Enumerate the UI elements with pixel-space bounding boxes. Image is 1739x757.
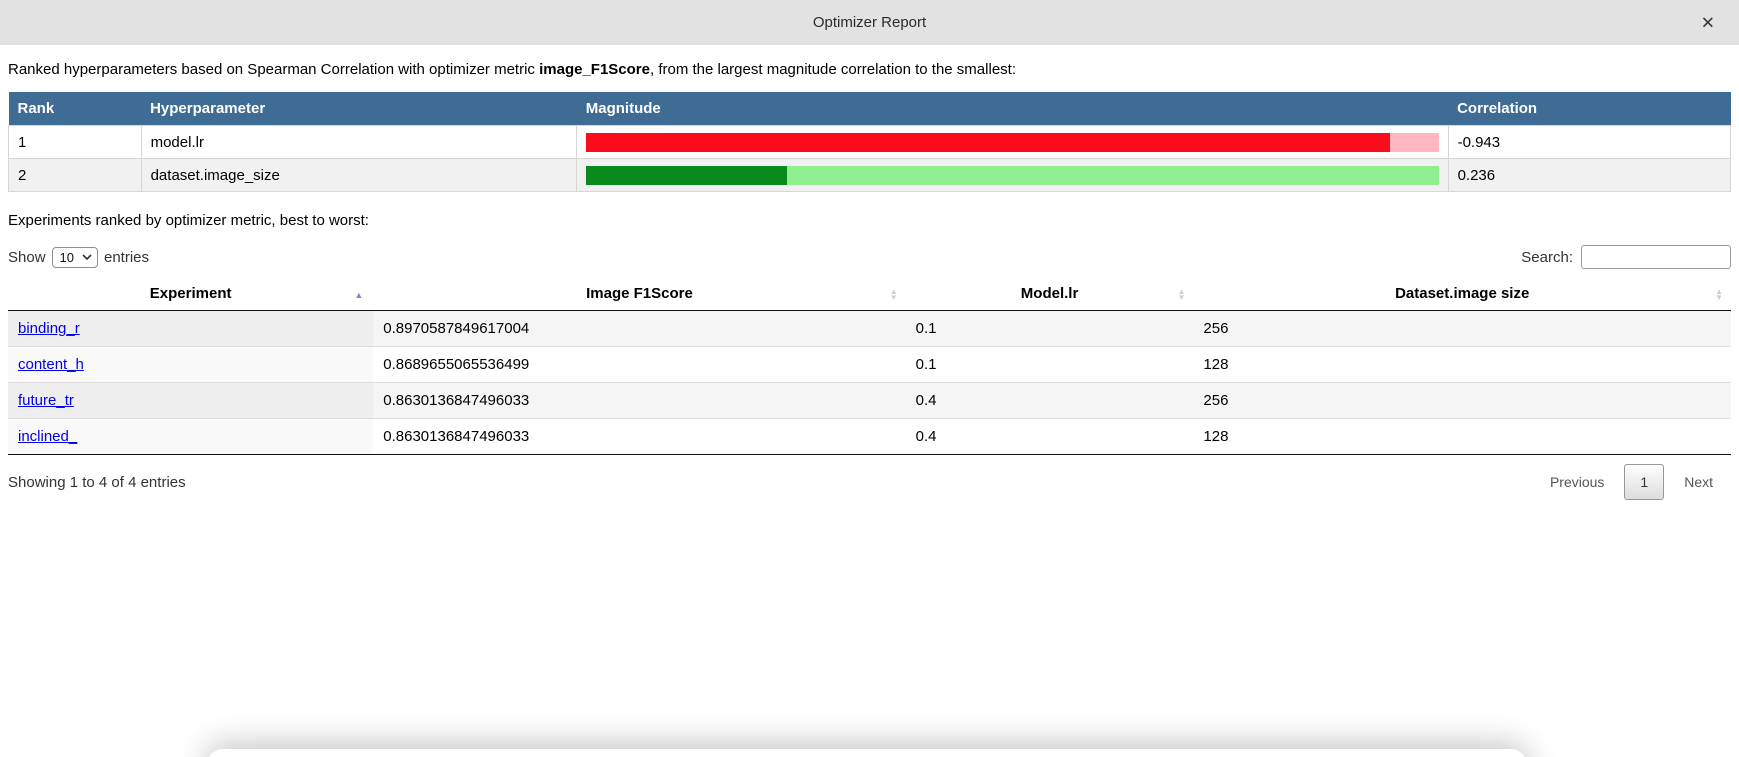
dataset-image-size-cell: 128	[1193, 419, 1731, 455]
experiment-link[interactable]: inclined_	[18, 428, 77, 445]
hyperparameter-cell: dataset.image_size	[141, 159, 577, 192]
table-row: 2 dataset.image_size 0.236	[9, 159, 1731, 192]
table-footer: Showing 1 to 4 of 4 entries Previous 1 N…	[8, 464, 1731, 500]
magnitude-bar-remainder	[787, 166, 1438, 185]
hyperparameter-correlation-table: Rank Hyperparameter Magnitude Correlatio…	[8, 92, 1731, 192]
modal-body: Ranked hyperparameters based on Spearman…	[0, 61, 1739, 500]
correlation-cell: 0.236	[1448, 159, 1730, 192]
modal-title: Optimizer Report	[813, 14, 926, 31]
entries-label: entries	[104, 249, 149, 266]
next-page-button[interactable]: Next	[1674, 466, 1723, 498]
header-experiment-sort[interactable]: Experiment ▲	[8, 279, 373, 311]
sort-both-icon: ▲▼	[1177, 289, 1185, 301]
hyperparameter-cell: model.lr	[141, 126, 577, 159]
header-dataset-image-size-label: Dataset.image size	[1395, 285, 1529, 302]
magnitude-bar-solid	[586, 133, 1390, 152]
previous-page-button[interactable]: Previous	[1540, 466, 1614, 498]
experiment-cell: inclined_	[8, 419, 373, 455]
correlation-cell: -0.943	[1448, 126, 1730, 159]
magnitude-cell	[577, 159, 1448, 192]
header-model-lr-label: Model.lr	[1021, 285, 1079, 302]
sort-down-icon: ▼	[1715, 295, 1723, 301]
rank-cell: 2	[9, 159, 142, 192]
pagination: Previous 1 Next	[1540, 464, 1731, 500]
search-control: Search:	[1521, 245, 1731, 269]
dataset-image-size-cell: 256	[1193, 311, 1731, 347]
modal-titlebar: Optimizer Report ✕	[0, 0, 1739, 45]
model-lr-cell: 0.4	[906, 383, 1194, 419]
table-row: 1 model.lr -0.943	[9, 126, 1731, 159]
magnitude-bar	[586, 133, 1438, 152]
search-label: Search:	[1521, 249, 1573, 266]
close-icon[interactable]: ✕	[1701, 14, 1715, 31]
metric-name: image_F1Score	[539, 61, 650, 78]
model-lr-cell: 0.1	[906, 311, 1194, 347]
header-correlation: Correlation	[1448, 92, 1730, 126]
datatable-controls: Show 10 entries Search:	[8, 245, 1731, 269]
model-lr-cell: 0.1	[906, 347, 1194, 383]
experiment-link[interactable]: content_h	[18, 356, 84, 373]
hyperparameter-table-header-row: Rank Hyperparameter Magnitude Correlatio…	[9, 92, 1731, 126]
intro-prefix: Ranked hyperparameters based on Spearman…	[8, 61, 539, 78]
image-f1score-cell: 0.8970587849617004	[373, 311, 905, 347]
model-lr-cell: 0.4	[906, 419, 1194, 455]
dataset-image-size-cell: 256	[1193, 383, 1731, 419]
dataset-image-size-cell: 128	[1193, 347, 1731, 383]
entries-length-control: Show 10 entries	[8, 247, 149, 268]
table-row: binding_r 0.8970587849617004 0.1 256	[8, 311, 1731, 347]
entries-info: Showing 1 to 4 of 4 entries	[8, 474, 186, 491]
experiments-table-header-row: Experiment ▲ Image F1Score ▲▼ Model.lr ▲…	[8, 279, 1731, 311]
bottom-window-shadow	[207, 749, 1527, 757]
experiments-table: Experiment ▲ Image F1Score ▲▼ Model.lr ▲…	[8, 279, 1731, 455]
sort-down-icon: ▼	[1177, 295, 1185, 301]
intro-suffix: , from the largest magnitude correlation…	[650, 61, 1016, 78]
intro-text: Ranked hyperparameters based on Spearman…	[8, 61, 1731, 78]
header-magnitude: Magnitude	[577, 92, 1448, 126]
table-row: content_h 0.8689655065536499 0.1 128	[8, 347, 1731, 383]
rank-cell: 1	[9, 126, 142, 159]
header-image-f1score-sort[interactable]: Image F1Score ▲▼	[373, 279, 905, 311]
table-row: future_tr 0.8630136847496033 0.4 256	[8, 383, 1731, 419]
header-hyperparameter: Hyperparameter	[141, 92, 577, 126]
header-rank: Rank	[9, 92, 142, 126]
show-label: Show	[8, 249, 46, 266]
image-f1score-cell: 0.8630136847496033	[373, 383, 905, 419]
table-row: inclined_ 0.8630136847496033 0.4 128	[8, 419, 1731, 455]
experiment-cell: content_h	[8, 347, 373, 383]
search-input[interactable]	[1581, 245, 1731, 269]
magnitude-bar-solid	[586, 166, 787, 185]
header-image-f1score-label: Image F1Score	[586, 285, 693, 302]
sort-both-icon: ▲▼	[890, 289, 898, 301]
header-experiment-label: Experiment	[150, 285, 232, 302]
entries-select-value: 10	[60, 250, 74, 265]
experiment-cell: future_tr	[8, 383, 373, 419]
sort-down-icon: ▼	[890, 295, 898, 301]
sort-ascending-icon: ▲	[354, 290, 363, 300]
experiment-cell: binding_r	[8, 311, 373, 347]
experiments-section-heading: Experiments ranked by optimizer metric, …	[8, 212, 1731, 229]
magnitude-bar	[586, 166, 1438, 185]
image-f1score-cell: 0.8689655065536499	[373, 347, 905, 383]
header-model-lr-sort[interactable]: Model.lr ▲▼	[906, 279, 1194, 311]
entries-select[interactable]: 10	[52, 247, 98, 268]
page-1-button[interactable]: 1	[1624, 464, 1664, 500]
chevron-down-icon	[82, 254, 92, 260]
magnitude-bar-remainder	[1390, 133, 1439, 152]
image-f1score-cell: 0.8630136847496033	[373, 419, 905, 455]
experiment-link[interactable]: binding_r	[18, 320, 80, 337]
experiment-link[interactable]: future_tr	[18, 392, 74, 409]
header-dataset-image-size-sort[interactable]: Dataset.image size ▲▼	[1193, 279, 1731, 311]
sort-both-icon: ▲▼	[1715, 289, 1723, 301]
magnitude-cell	[577, 126, 1448, 159]
